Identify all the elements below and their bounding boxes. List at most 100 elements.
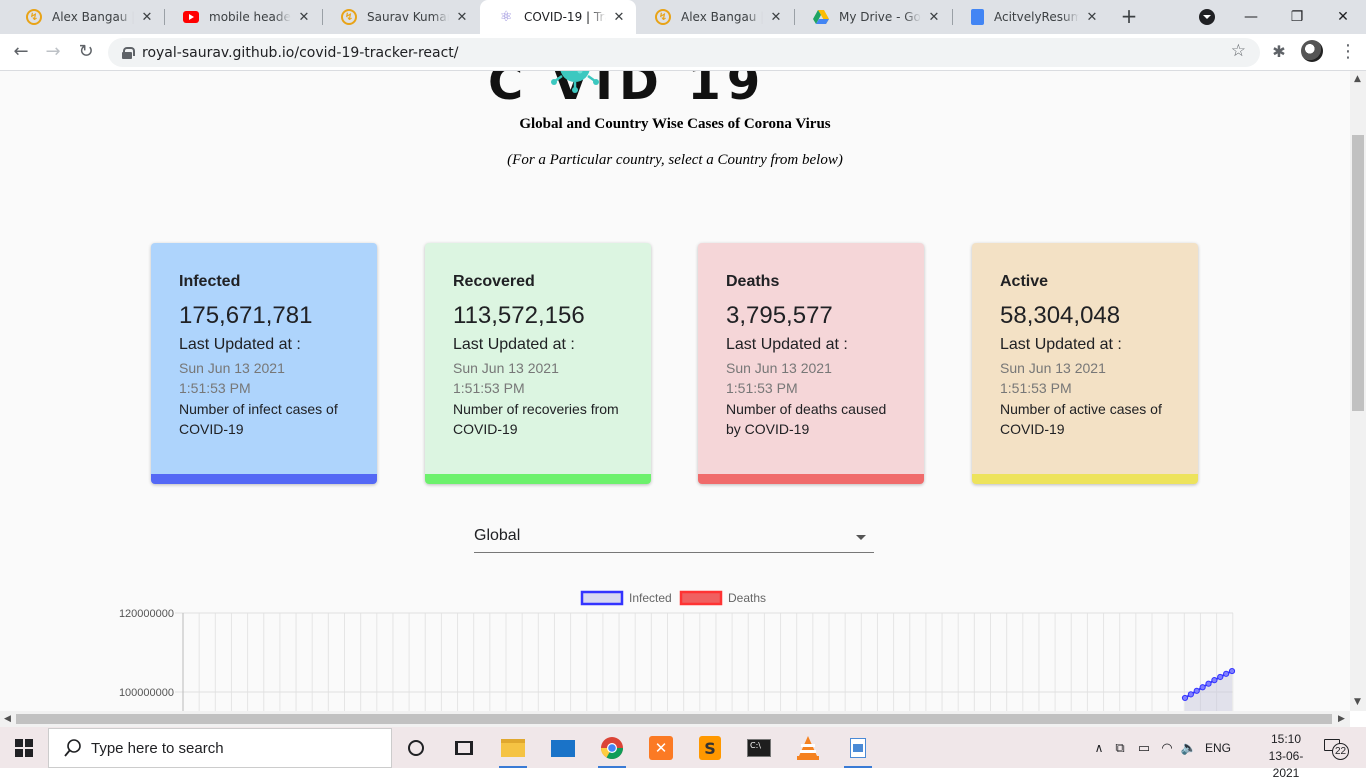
menu-icon[interactable]: ⋮ <box>1336 40 1360 64</box>
legend-swatch <box>580 590 624 606</box>
address-bar[interactable]: royal-saurav.github.io/covid-19-tracker-… <box>108 38 1260 67</box>
card-date: Sun Jun 13 2021 <box>179 360 285 376</box>
tab-title: My Drive - Google Drive <box>839 10 921 24</box>
legend-swatch <box>679 590 723 606</box>
sublime-text-icon[interactable]: S <box>692 732 728 764</box>
scroll-up-icon[interactable]: ▲ <box>1354 74 1361 84</box>
portfolio-icon: ↯ <box>341 9 357 25</box>
youtube-icon <box>183 11 199 23</box>
last-updated-label: Last Updated at : <box>179 336 301 353</box>
close-tab-icon[interactable]: ✕ <box>455 10 469 25</box>
photos-icon[interactable] <box>840 732 876 768</box>
browser-tab[interactable]: mobile header for ✕ <box>165 0 321 34</box>
card-value: 175,671,781 <box>179 302 313 329</box>
infected-point <box>1211 677 1218 684</box>
reload-icon[interactable]: ↻ <box>74 40 98 64</box>
card-description: Number of active cases of COVID-19 <box>1000 401 1162 437</box>
notification-center-icon[interactable]: 22 <box>1322 737 1350 760</box>
browser-tab[interactable]: ↯ Alex Bangau | Portfolio ✕ <box>8 0 164 34</box>
volume-icon[interactable]: 🔈 <box>1178 740 1200 756</box>
y-tick-label: 120000000 <box>119 608 174 620</box>
extensions-icon[interactable]: ✱ <box>1267 40 1291 64</box>
covid-logo: C VID 19 <box>488 71 767 111</box>
card-title: Active <box>1000 273 1049 290</box>
close-window-icon[interactable]: ✕ <box>1320 0 1366 34</box>
xampp-icon[interactable]: ✕ <box>643 732 679 764</box>
horizontal-scrollbar[interactable]: ◀ ▶ <box>0 711 1350 727</box>
horizontal-scroll-thumb[interactable] <box>16 714 1332 724</box>
scroll-right-icon[interactable]: ▶ <box>1338 714 1345 724</box>
battery-icon[interactable]: ▭ <box>1132 740 1156 756</box>
windows-start-icon[interactable] <box>0 727 48 768</box>
sync-icon[interactable]: ⧉ <box>1108 740 1132 756</box>
card-title: Infected <box>179 273 241 290</box>
card-value: 113,572,156 <box>453 302 585 329</box>
browser-tab[interactable]: AcitvelyResume - ✕ <box>953 0 1109 34</box>
vertical-scroll-thumb[interactable] <box>1352 135 1364 411</box>
url-text: royal-saurav.github.io/covid-19-tracker-… <box>142 44 459 61</box>
tab-title: Saurav Kumar | Portfolio <box>367 10 449 24</box>
new-tab-icon[interactable]: + <box>1116 5 1142 29</box>
scroll-down-icon[interactable]: ▼ <box>1354 697 1361 707</box>
cases-chart: Infected Deaths 120000000 100000000 <box>119 590 1236 711</box>
country-select[interactable]: Global <box>474 523 874 553</box>
bookmark-star-icon[interactable]: ☆ <box>1231 41 1246 61</box>
restore-icon[interactable]: ❐ <box>1274 0 1320 34</box>
browser-tab[interactable]: ↯ Saurav Kumar | Portfolio ✕ <box>323 0 479 34</box>
close-tab-icon[interactable]: ✕ <box>1085 10 1099 25</box>
clock-date: 13-06-2021 <box>1268 749 1304 780</box>
close-tab-icon[interactable]: ✕ <box>927 10 941 25</box>
close-tab-icon[interactable]: ✕ <box>140 10 154 25</box>
terminal-icon[interactable]: C:\ <box>741 732 777 764</box>
close-tab-icon[interactable]: ✕ <box>612 10 626 25</box>
card-title: Recovered <box>453 273 535 290</box>
tab-title: AcitvelyResume - <box>994 10 1079 24</box>
vlc-icon[interactable] <box>790 732 826 764</box>
browser-tab-active[interactable]: ⚛ COVID-19 | Tracker ✕ <box>480 0 636 34</box>
file-explorer-icon[interactable] <box>495 732 531 768</box>
close-tab-icon[interactable]: ✕ <box>297 10 311 25</box>
legend-label: Deaths <box>728 591 766 605</box>
cortana-icon[interactable] <box>398 732 434 764</box>
infected-point <box>1193 687 1200 694</box>
infected-point <box>1228 667 1236 675</box>
infected-point <box>1217 673 1224 681</box>
clock-time: 15:10 <box>1270 732 1302 746</box>
active-card: Active 58,304,048 Last Updated at : Sun … <box>972 243 1198 484</box>
page-subnote: (For a Particular country, select a Coun… <box>507 152 843 168</box>
country-select-value: Global <box>474 527 521 544</box>
search-icon <box>64 739 81 757</box>
show-hidden-icons-icon[interactable]: ∧ <box>1090 741 1108 755</box>
page-subtitle: Global and Country Wise Cases of Corona … <box>519 116 831 132</box>
legend-label: Infected <box>629 591 672 605</box>
task-view-icon[interactable] <box>446 732 482 764</box>
forward-icon[interactable]: → <box>41 40 65 64</box>
language-indicator[interactable]: ENG <box>1200 741 1236 755</box>
browser-tab[interactable]: ↯ Alex Bangau | Portfolio ✕ <box>637 0 793 34</box>
wifi-icon[interactable]: ◠ <box>1156 740 1178 756</box>
close-tab-icon[interactable]: ✕ <box>769 10 783 25</box>
chrome-icon[interactable] <box>594 732 630 768</box>
tab-title: COVID-19 | Tracker <box>524 10 606 24</box>
taskbar-search-box[interactable]: Type here to search <box>48 728 392 768</box>
portfolio-icon: ↯ <box>655 9 671 25</box>
tab-title: Alex Bangau | Portfolio <box>681 10 763 24</box>
tab-search-icon[interactable] <box>1184 0 1230 34</box>
scroll-left-icon[interactable]: ◀ <box>4 714 11 724</box>
notification-count: 22 <box>1332 743 1349 760</box>
google-docs-icon <box>971 9 984 25</box>
card-date: Sun Jun 13 2021 <box>726 360 832 376</box>
mail-icon[interactable] <box>545 732 581 764</box>
browser-tab[interactable]: My Drive - Google Drive ✕ <box>795 0 951 34</box>
last-updated-label: Last Updated at : <box>1000 336 1122 353</box>
google-drive-icon <box>813 9 829 25</box>
card-accent-bar <box>151 474 377 484</box>
taskbar-clock[interactable]: 15:10 13-06-2021 <box>1256 731 1316 782</box>
back-icon[interactable]: ← <box>9 40 33 64</box>
minimize-icon[interactable]: — <box>1228 0 1274 34</box>
profile-avatar[interactable] <box>1300 40 1324 64</box>
card-title: Deaths <box>726 273 780 290</box>
infected-card: Infected 175,671,781 Last Updated at : S… <box>151 243 377 484</box>
vertical-scrollbar[interactable]: ▲ ▼ <box>1350 71 1366 711</box>
dropdown-arrow-icon[interactable] <box>856 535 866 540</box>
